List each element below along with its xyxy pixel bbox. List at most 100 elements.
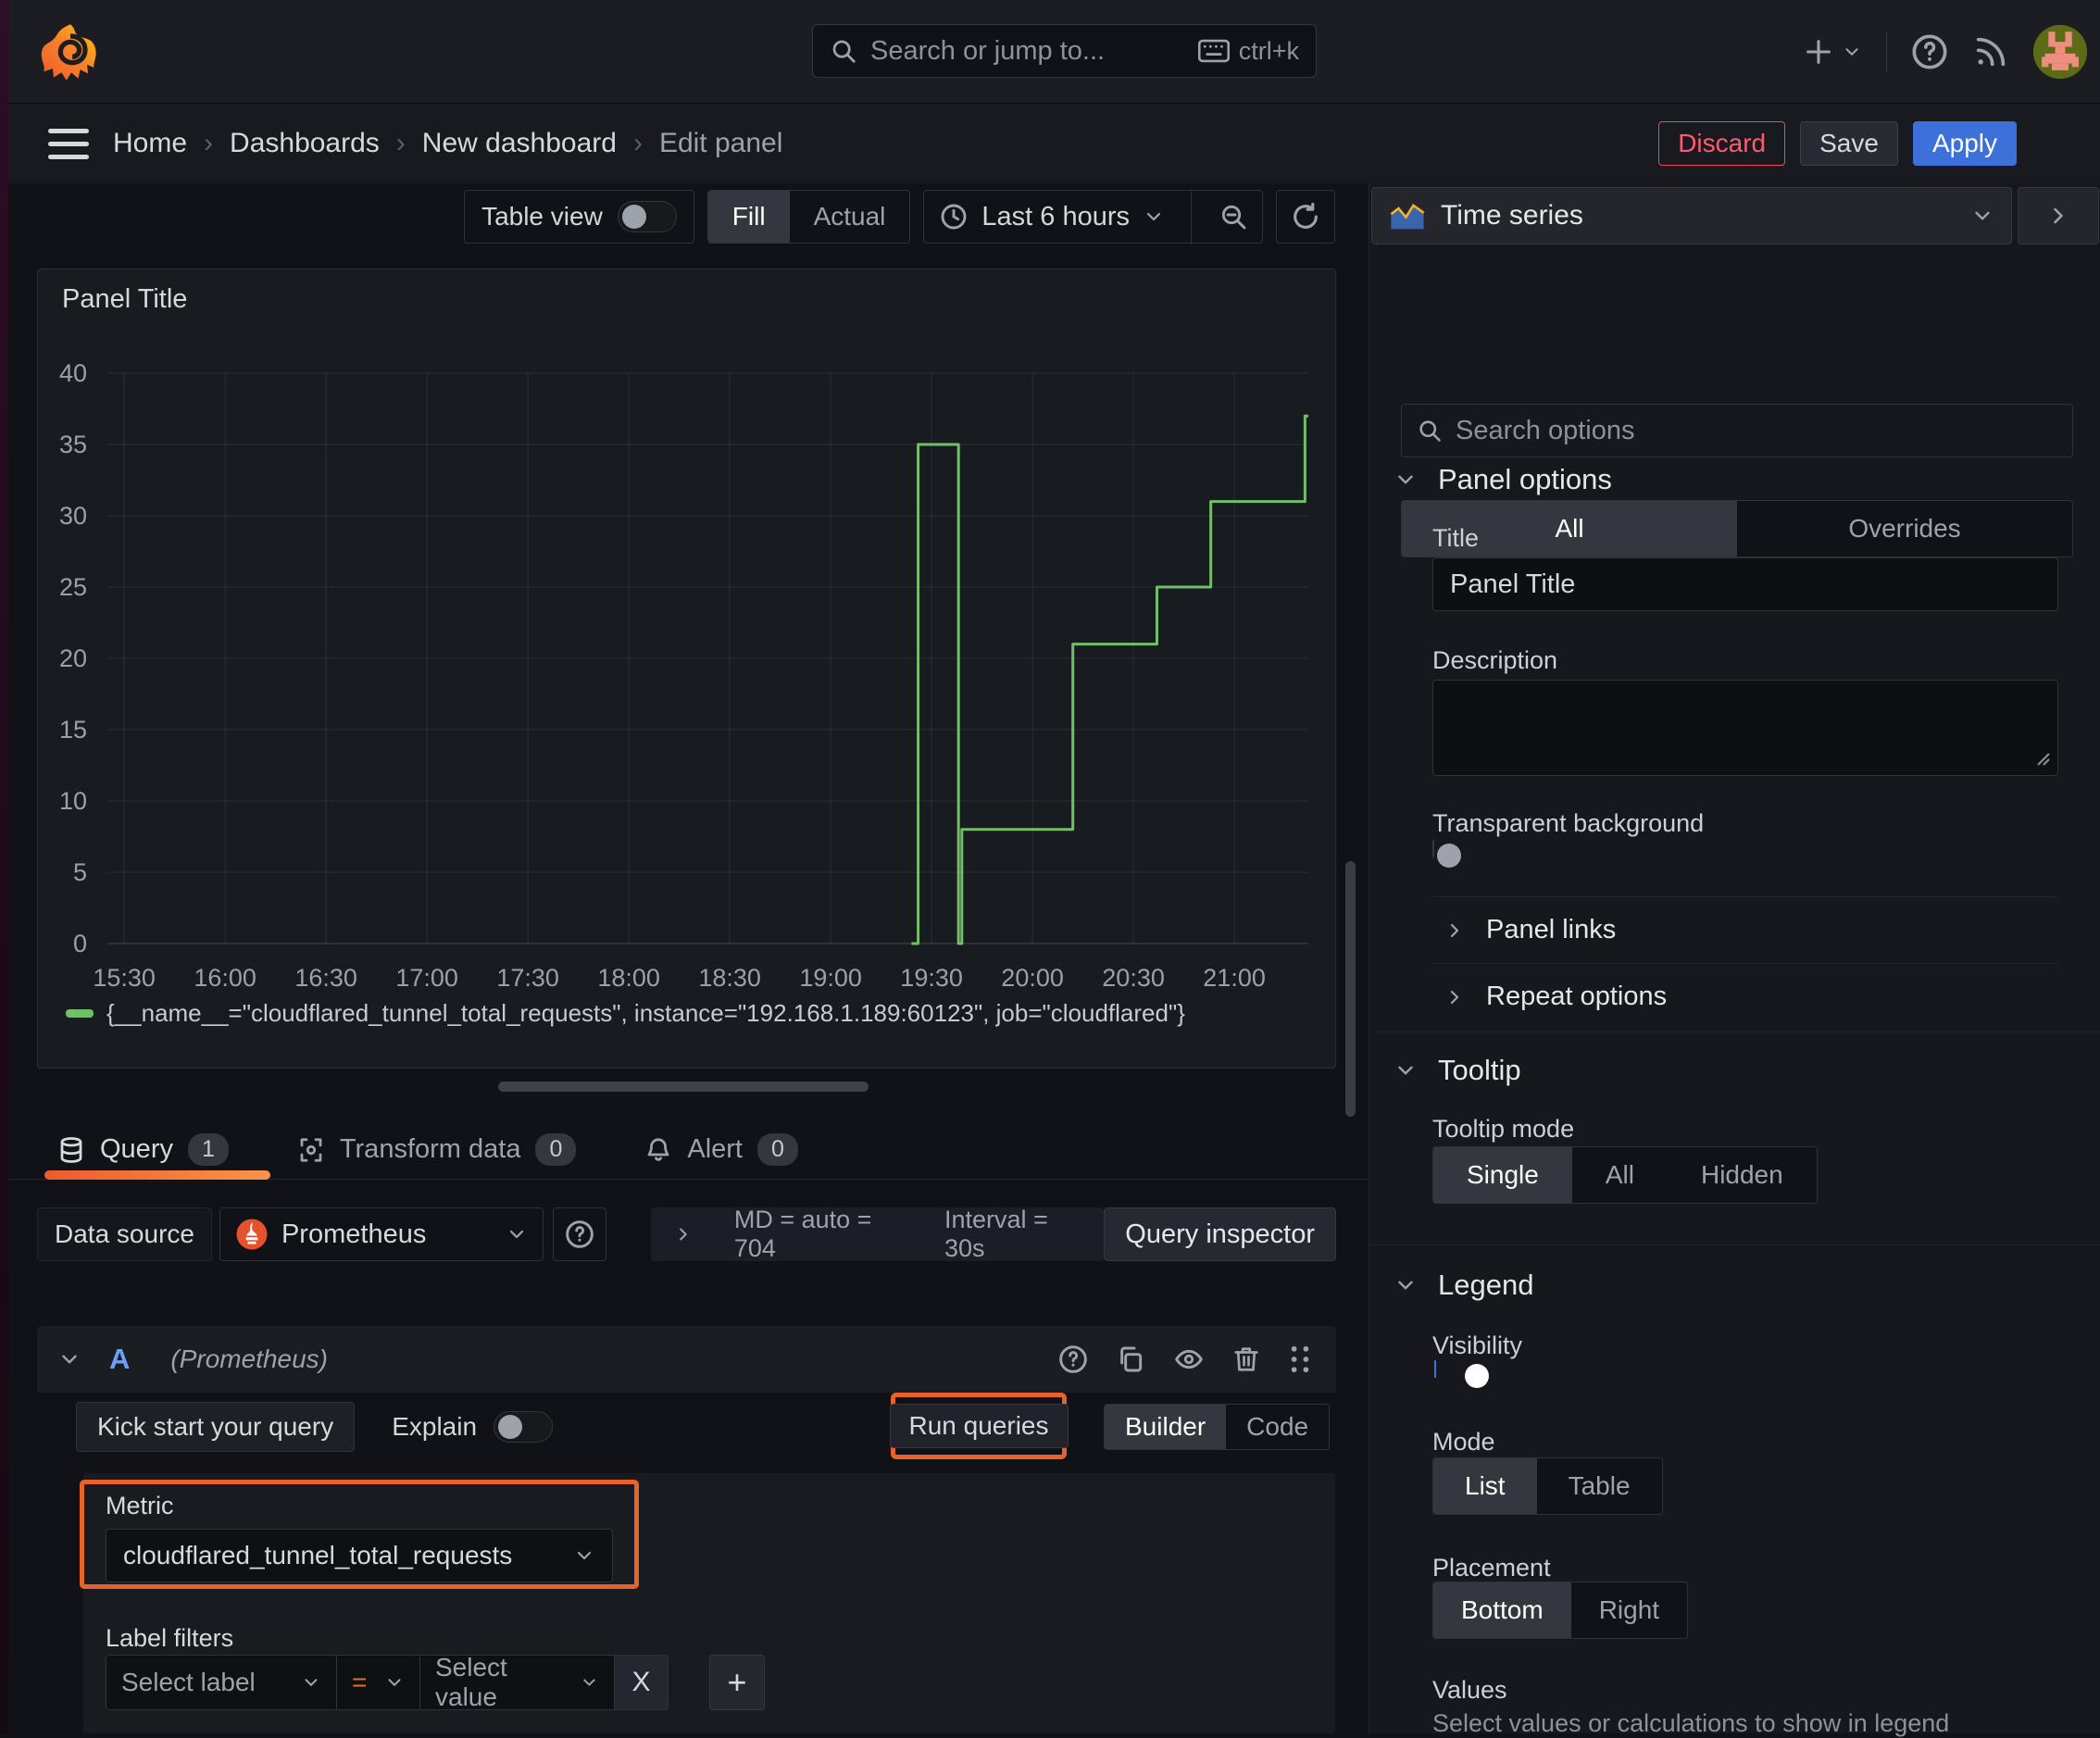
- fill-option[interactable]: Fill: [707, 191, 790, 243]
- refresh-button[interactable]: [1276, 190, 1335, 244]
- create-new-button[interactable]: [1803, 36, 1862, 68]
- transparent-background-label: Transparent background: [1432, 809, 1705, 837]
- panel-title-input[interactable]: Panel Title: [1432, 557, 2058, 611]
- svg-text:17:30: 17:30: [496, 964, 559, 992]
- grafana-logo-icon[interactable]: [39, 20, 102, 83]
- discard-button[interactable]: Discard: [1658, 121, 1786, 166]
- run-queries-button[interactable]: Run queries: [889, 1404, 1069, 1448]
- legend-mode-table[interactable]: Table: [1537, 1458, 1662, 1514]
- prometheus-icon: [236, 1219, 268, 1250]
- time-range-picker[interactable]: Last 6 hours: [923, 190, 1263, 244]
- tooltip-mode-hidden[interactable]: Hidden: [1668, 1147, 1817, 1203]
- drag-handle-icon[interactable]: [1288, 1344, 1312, 1374]
- tab-query[interactable]: Query 1: [57, 1133, 229, 1166]
- tab-transform-data[interactable]: Transform data 0: [297, 1133, 577, 1166]
- code-option[interactable]: Code: [1226, 1405, 1329, 1449]
- tooltip-section-header[interactable]: Tooltip: [1394, 1054, 1521, 1087]
- builder-option[interactable]: Builder: [1105, 1405, 1227, 1449]
- breadcrumb-dashboards[interactable]: Dashboards: [230, 128, 380, 159]
- global-search-input[interactable]: Search or jump to... ctrl+k: [812, 24, 1317, 78]
- query-inspector-button[interactable]: Query inspector: [1104, 1207, 1336, 1261]
- chevron-down-icon: [1398, 475, 1413, 484]
- options-search-placeholder: Search options: [1456, 415, 1635, 445]
- chevron-down-icon: [388, 1679, 401, 1686]
- operator-dropdown[interactable]: =: [337, 1655, 420, 1710]
- legend-placement-segment: Bottom Right: [1432, 1582, 1689, 1639]
- chevron-right-icon: [1450, 923, 1459, 937]
- svg-text:20:00: 20:00: [1001, 964, 1064, 992]
- user-avatar[interactable]: [2033, 25, 2087, 79]
- legend-section-header[interactable]: Legend: [1394, 1269, 1533, 1302]
- apply-button[interactable]: Apply: [1912, 121, 2017, 166]
- options-search-input[interactable]: Search options: [1401, 404, 2073, 457]
- query-help-icon[interactable]: [1058, 1344, 1088, 1374]
- overrides-tab[interactable]: Overrides: [1737, 501, 2072, 556]
- tooltip-mode-single[interactable]: Single: [1433, 1147, 1572, 1203]
- legend-values-label: Values: [1432, 1676, 1507, 1704]
- help-icon[interactable]: [1911, 33, 1948, 70]
- chevron-down-icon: [305, 1679, 318, 1686]
- legend-placement-right[interactable]: Right: [1571, 1582, 1687, 1638]
- panel-links-section[interactable]: Panel links: [1444, 915, 1616, 945]
- zoom-out-button[interactable]: [1205, 190, 1262, 244]
- remove-filter-button[interactable]: X: [615, 1655, 669, 1710]
- legend-visibility-toggle[interactable]: [1434, 1360, 1489, 1388]
- svg-text:25: 25: [59, 573, 87, 601]
- collapse-sidebar-button[interactable]: [2018, 187, 2099, 244]
- metric-label: Metric: [106, 1492, 174, 1519]
- legend-placement-bottom[interactable]: Bottom: [1433, 1582, 1571, 1638]
- pane-resize-handle[interactable]: [498, 1082, 869, 1092]
- chevron-right-icon: [1450, 990, 1459, 1004]
- kick-start-query-button[interactable]: Kick start your query: [76, 1402, 356, 1452]
- query-options-summary[interactable]: MD = auto = 704 Interval = 30s: [650, 1206, 1105, 1262]
- toggle-visibility-eye-icon[interactable]: [1173, 1344, 1205, 1374]
- chevron-down-icon: [1975, 211, 1990, 220]
- tooltip-mode-all[interactable]: All: [1572, 1147, 1668, 1203]
- description-textarea[interactable]: [1432, 680, 2058, 776]
- search-placeholder: Search or jump to...: [870, 35, 1106, 66]
- transparent-background-toggle[interactable]: [1432, 840, 1461, 868]
- svg-text:30: 30: [59, 502, 87, 530]
- chevron-down-icon: [1845, 48, 1858, 56]
- legend-visibility-label: Visibility: [1432, 1332, 1523, 1359]
- chart-legend[interactable]: {__name__="cloudflared_tunnel_total_requ…: [66, 999, 1185, 1028]
- data-source-help-button[interactable]: [552, 1207, 606, 1261]
- legend-mode-label: Mode: [1432, 1428, 1495, 1456]
- svg-text:5: 5: [73, 858, 87, 886]
- news-rss-icon[interactable]: [1972, 33, 2009, 70]
- legend-values-hint: Select values or calculations to show in…: [1432, 1709, 1950, 1737]
- chevron-down-icon: [1398, 1066, 1413, 1075]
- metric-select[interactable]: cloudflared_tunnel_total_requests: [106, 1529, 613, 1582]
- transform-icon: [300, 1137, 322, 1162]
- time-series-chart[interactable]: 0 5 10 15 20 25 30 35 40 15:30 16:00 16:30 17:00 17:3…: [38, 269, 1335, 1068]
- duplicate-query-icon[interactable]: [1116, 1344, 1145, 1374]
- query-row-header[interactable]: A (Prometheus): [37, 1326, 1336, 1393]
- svg-text:35: 35: [59, 431, 87, 458]
- repeat-options-section[interactable]: Repeat options: [1444, 982, 1667, 1012]
- save-button[interactable]: Save: [1800, 121, 1898, 166]
- select-value-dropdown[interactable]: Select value: [420, 1653, 615, 1711]
- data-source-picker[interactable]: Prometheus: [219, 1207, 544, 1261]
- delete-query-trash-icon[interactable]: [1232, 1344, 1260, 1374]
- svg-text:20: 20: [59, 644, 87, 672]
- select-label-dropdown[interactable]: Select label: [106, 1655, 337, 1710]
- metric-value: cloudflared_tunnel_total_requests: [123, 1541, 513, 1569]
- panel-options-section-header[interactable]: Panel options: [1394, 463, 1612, 496]
- chevron-down-icon: [1398, 1281, 1413, 1290]
- legend-mode-list[interactable]: List: [1433, 1458, 1537, 1514]
- collapse-query-chevron-icon[interactable]: [57, 1347, 81, 1371]
- options-scrollbar-thumb[interactable]: [1345, 861, 1356, 1117]
- breadcrumb-home[interactable]: Home: [113, 128, 187, 159]
- tab-alert[interactable]: Alert 0: [644, 1133, 798, 1166]
- explain-label: Explain: [392, 1412, 478, 1441]
- visualization-picker[interactable]: Time series: [1371, 187, 2012, 244]
- table-view-toggle[interactable]: [617, 201, 677, 232]
- active-tab-indicator: [44, 1170, 270, 1180]
- visualization-type: Time series: [1441, 200, 1583, 231]
- explain-toggle[interactable]: [494, 1411, 554, 1443]
- actual-option[interactable]: Actual: [790, 191, 910, 243]
- breadcrumb-new-dashboard[interactable]: New dashboard: [422, 128, 617, 159]
- add-filter-button[interactable]: +: [709, 1655, 765, 1710]
- menu-toggle-button[interactable]: [48, 128, 89, 159]
- resize-corner-icon[interactable]: [2031, 746, 2053, 769]
